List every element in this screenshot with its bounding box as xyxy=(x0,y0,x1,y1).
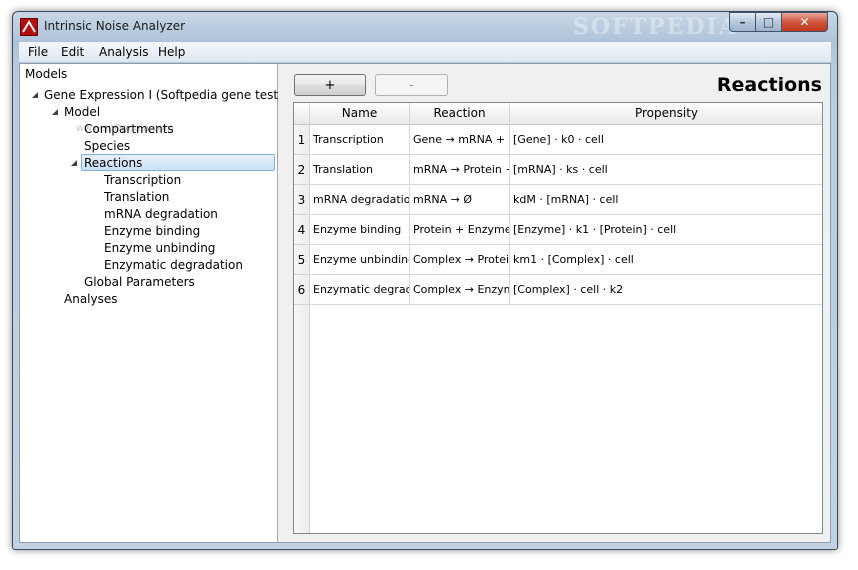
cell-propensity[interactable]: kdM · [mRNA] · cell xyxy=(510,185,822,215)
cell-name[interactable]: Translation xyxy=(310,155,410,185)
tree-reactions[interactable]: Reactions xyxy=(81,154,275,171)
menu-help[interactable]: Help xyxy=(158,45,185,59)
row-header[interactable]: 5 xyxy=(294,245,310,275)
tree-analyses[interactable]: Analyses xyxy=(64,291,118,308)
row-header[interactable]: 3 xyxy=(294,185,310,215)
app-logo-icon xyxy=(20,18,38,36)
cell-propensity[interactable]: [mRNA] · ks · cell xyxy=(510,155,822,185)
column-header-reaction[interactable]: Reaction xyxy=(410,103,510,125)
reactions-panel: + - Reactions Name Reaction Propensity 1… xyxy=(284,64,830,542)
column-header-name[interactable]: Name xyxy=(310,103,410,125)
row-header[interactable]: 6 xyxy=(294,275,310,305)
table-corner xyxy=(294,103,310,125)
cell-propensity[interactable]: [Gene] · k0 · cell xyxy=(510,125,822,155)
menu-analysis[interactable]: Analysis xyxy=(99,45,148,59)
tree-reaction-item[interactable]: Transcription xyxy=(104,172,181,189)
tree-reaction-item[interactable]: mRNA degradation xyxy=(104,206,218,223)
add-reaction-button[interactable]: + xyxy=(294,74,366,96)
cell-propensity[interactable]: [Enzyme] · k1 · [Protein] · cell xyxy=(510,215,822,245)
tree-reaction-item[interactable]: Enzyme binding xyxy=(104,223,200,240)
cell-name[interactable]: Transcription xyxy=(310,125,410,155)
menu-bar: File Edit Analysis Help xyxy=(19,42,831,63)
tree-global-parameters[interactable]: Global Parameters xyxy=(84,274,195,291)
tree-reaction-item[interactable]: Enzymatic degradation xyxy=(104,257,243,274)
maximize-button[interactable]: □ xyxy=(755,12,782,32)
close-button[interactable]: ✕ xyxy=(781,12,828,32)
cell-propensity[interactable]: km1 · [Complex] · cell xyxy=(510,245,822,275)
minimize-icon: – xyxy=(739,15,746,29)
tree-model[interactable]: Model xyxy=(64,104,100,121)
minimize-button[interactable]: – xyxy=(729,12,756,32)
window-title: Intrinsic Noise Analyzer xyxy=(44,19,186,33)
title-bar[interactable]: Intrinsic Noise Analyzer SOFTPEDIA – □ ✕ xyxy=(13,12,837,42)
close-icon: ✕ xyxy=(799,15,810,29)
cell-name[interactable]: mRNA degradation xyxy=(310,185,410,215)
reactions-table: Name Reaction Propensity 1 Transcription G… xyxy=(293,102,823,534)
cell-reaction[interactable]: mRNA → Ø xyxy=(410,185,510,215)
models-panel: Models www.softpedia.com Gene Expression… xyxy=(20,64,309,542)
expand-arrow-icon[interactable] xyxy=(51,108,59,116)
watermark: SOFTPEDIA xyxy=(573,14,738,40)
client-area: Models www.softpedia.com Gene Expression… xyxy=(19,63,831,543)
row-header[interactable]: 2 xyxy=(294,155,310,185)
cell-reaction[interactable]: Complex → Protein - xyxy=(410,245,510,275)
cell-name[interactable]: Enzymatic degradati xyxy=(310,275,410,305)
page-title: Reactions xyxy=(716,74,822,96)
cell-name[interactable]: Enzyme unbinding xyxy=(310,245,410,275)
cell-reaction[interactable]: Complex → Enzyme xyxy=(410,275,510,305)
cell-name[interactable]: Enzyme binding xyxy=(310,215,410,245)
cell-reaction[interactable]: mRNA → Protein + m xyxy=(410,155,510,185)
models-header: Models xyxy=(25,67,68,81)
expand-arrow-icon[interactable] xyxy=(70,159,78,167)
column-header-propensity[interactable]: Propensity xyxy=(510,103,822,125)
cell-propensity[interactable]: [Complex] · cell · k2 xyxy=(510,275,822,305)
tree-reaction-item[interactable]: Translation xyxy=(104,189,169,206)
tree-species[interactable]: Species xyxy=(84,138,130,155)
menu-edit[interactable]: Edit xyxy=(61,45,84,59)
cell-reaction[interactable]: Gene → mRNA + Ge xyxy=(410,125,510,155)
row-header[interactable]: 4 xyxy=(294,215,310,245)
tree-compartments[interactable]: Compartments xyxy=(84,121,174,138)
main-window: Intrinsic Noise Analyzer SOFTPEDIA – □ ✕… xyxy=(12,11,838,550)
menu-file[interactable]: File xyxy=(28,45,48,59)
tree-model-file[interactable]: Gene Expression I (Softpedia gene test.x… xyxy=(44,87,309,104)
remove-reaction-button[interactable]: - xyxy=(375,74,448,96)
maximize-icon: □ xyxy=(762,15,775,29)
expand-arrow-icon[interactable] xyxy=(31,91,39,99)
cell-reaction[interactable]: Protein + Enzyme → xyxy=(410,215,510,245)
row-header[interactable]: 1 xyxy=(294,125,310,155)
tree-reaction-item[interactable]: Enzyme unbinding xyxy=(104,240,215,257)
row-header-filler xyxy=(294,305,310,533)
